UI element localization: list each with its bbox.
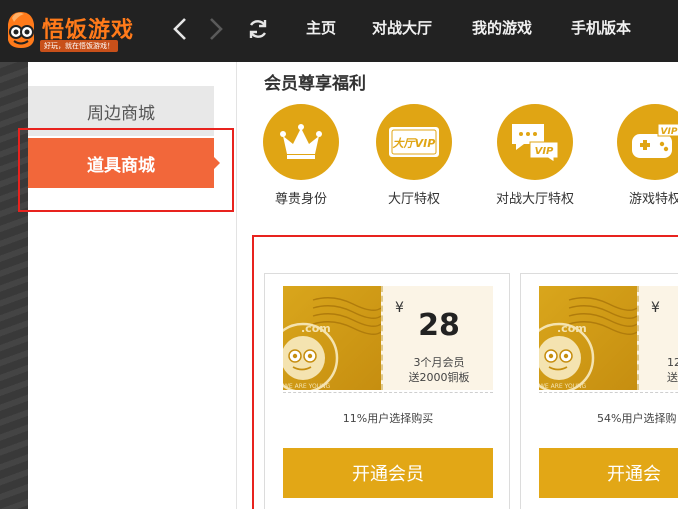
chevron-left-icon xyxy=(173,18,186,40)
app-window: 悟饭游戏 好玩，就在悟饭游戏！ 主页 对战大厅 我的游戏 手机版本 周边商城 道… xyxy=(0,0,678,509)
plan-bonus: 送2000铜板 xyxy=(408,371,470,384)
benefit-icon-circle: VIP xyxy=(497,104,573,180)
benefit-label: 游戏特权 xyxy=(628,192,678,207)
gamepad-vip-icon: VIP xyxy=(632,123,678,158)
plan-ticket: .com WE ARE YOUNG ¥ 6 12个 送8 xyxy=(539,286,678,390)
stamp-mascot-icon: .com WE ARE YOUNG xyxy=(539,297,637,390)
vip-badge-text: 大厅VIP xyxy=(393,137,436,150)
brand-subtitle: 好玩，就在悟饭游戏！ xyxy=(40,40,118,52)
mascot-icon xyxy=(8,12,34,48)
chevron-right-icon xyxy=(210,18,223,40)
benefit-icon-circle: 大厅VIP xyxy=(376,104,452,180)
card-separator xyxy=(539,392,678,393)
stamp-slogan-text: WE ARE YOUNG xyxy=(283,383,331,390)
sidebar-highlight-frame xyxy=(18,128,234,212)
ticket-stamp-area: .com WE ARE YOUNG xyxy=(539,286,637,390)
ticket-stamp-area: .com WE ARE YOUNG xyxy=(283,286,381,390)
stamp-slogan-text: WE ARE YOUNG xyxy=(539,383,587,390)
vip-badge-text: VIP xyxy=(661,127,678,137)
open-membership-button[interactable]: 开通会 xyxy=(539,448,678,498)
crown-icon xyxy=(280,124,322,159)
benefit-hall-privilege[interactable]: 大厅VIP 大厅特权 xyxy=(359,104,469,207)
benefit-game-privilege[interactable]: VIP 游戏特权 xyxy=(600,104,678,207)
plan-card[interactable]: .com WE ARE YOUNG ¥ 6 12个 送8 54%用户选择购 开通… xyxy=(520,273,678,509)
benefit-label: 对战大厅特权 xyxy=(495,192,574,207)
menu-item-home[interactable]: 主页 xyxy=(306,17,336,38)
plan-popularity: 54%用户选择购 xyxy=(597,412,677,425)
plan-ticket: .com WE ARE YOUNG ¥ 28 3个月会员 送2000铜板 xyxy=(283,286,493,390)
stamp-mascot-icon: .com WE ARE YOUNG xyxy=(283,297,381,390)
vip-card-icon: 大厅VIP xyxy=(389,127,439,157)
stamp-domain-text: .com xyxy=(301,322,331,335)
menu-item-my-games[interactable]: 我的游戏 xyxy=(472,17,532,38)
benefit-label: 尊贵身份 xyxy=(274,192,327,207)
benefit-icon-circle xyxy=(263,104,339,180)
top-bar: 悟饭游戏 好玩，就在悟饭游戏！ 主页 对战大厅 我的游戏 手机版本 xyxy=(0,0,678,62)
chat-vip-icon: VIP xyxy=(512,124,559,163)
plan-bonus: 送8 xyxy=(667,371,678,384)
ticket-price-area: ¥ 6 12个 送8 xyxy=(637,286,678,390)
benefit-icon-circle: VIP xyxy=(617,104,678,180)
plan-price: 28 xyxy=(418,308,460,343)
plan-popularity: 11%用户选择购买 xyxy=(342,412,434,425)
menu-item-mobile-version[interactable]: 手机版本 xyxy=(571,17,631,38)
refresh-button[interactable] xyxy=(244,14,272,44)
stamp-domain-text: .com xyxy=(557,322,587,335)
ticket-price-area: ¥ 28 3个月会员 送2000铜板 xyxy=(381,286,493,390)
plan-card[interactable]: .com WE ARE YOUNG ¥ 28 3个月会员 送2000铜板 11%… xyxy=(264,273,510,509)
benefit-noble-identity[interactable]: 尊贵身份 xyxy=(246,104,356,207)
benefits-title: 会员尊享福利 xyxy=(264,74,366,94)
plan-duration: 12个 xyxy=(667,356,678,369)
card-separator xyxy=(283,392,493,393)
back-button[interactable] xyxy=(166,14,194,44)
open-membership-button[interactable]: 开通会员 xyxy=(283,448,493,498)
forward-button[interactable] xyxy=(202,14,230,44)
menu-item-battle-hall[interactable]: 对战大厅 xyxy=(372,17,432,38)
currency-symbol: ¥ xyxy=(651,300,660,316)
benefit-label: 大厅特权 xyxy=(387,192,440,207)
refresh-icon xyxy=(249,20,267,38)
plan-duration: 3个月会员 xyxy=(413,356,465,369)
vip-badge-text: VIP xyxy=(535,146,554,157)
logo[interactable]: 悟饭游戏 好玩，就在悟饭游戏！ xyxy=(4,6,154,56)
benefit-battle-hall-privilege[interactable]: VIP 对战大厅特权 xyxy=(480,104,590,207)
